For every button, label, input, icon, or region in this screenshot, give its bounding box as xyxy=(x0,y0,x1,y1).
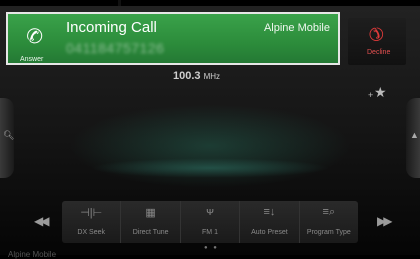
incoming-call-banner[interactable]: ✆ Answer Incoming Call Alpine Mobile 041… xyxy=(6,12,340,65)
right-side-tab[interactable]: ▲ xyxy=(406,98,420,178)
seek-next-icon[interactable]: ▶▶ xyxy=(377,214,393,228)
search-icon: 🔍︎ xyxy=(3,130,15,140)
page-indicator-dots: ● ● xyxy=(204,245,219,251)
left-side-tab[interactable]: 🔍︎ xyxy=(0,98,14,178)
program-type-button[interactable]: ≡⌕ Program Type xyxy=(298,201,358,243)
tool-label: Auto Preset xyxy=(251,229,288,236)
tool-label: Program Type xyxy=(306,229,351,236)
answer-label: Answer xyxy=(20,56,44,63)
tool-label: Direct Tune xyxy=(132,229,169,236)
auto-preset-icon: ≡↓ xyxy=(263,206,276,218)
background-glow xyxy=(40,156,380,186)
decline-label: Decline xyxy=(367,49,391,56)
caller-name: Alpine Mobile xyxy=(263,22,330,34)
keypad-icon: ▦ xyxy=(145,207,156,219)
phone-decline-icon: ✆ xyxy=(363,21,389,47)
direct-tune-button[interactable]: ▦ Direct Tune xyxy=(120,201,179,243)
decline-button[interactable]: ✆ Decline xyxy=(348,18,406,65)
call-title: Incoming Call xyxy=(66,19,157,36)
frequency-unit: MHz xyxy=(203,72,221,81)
frequency-display: 100.3 MHz xyxy=(173,70,220,82)
seek-previous-icon[interactable]: ◀◀ xyxy=(34,214,50,228)
head-unit-screen: ✆ Answer Incoming Call Alpine Mobile 041… xyxy=(0,6,420,259)
dx-seek-button[interactable]: ⊣|⊢ DX Seek xyxy=(62,201,120,243)
dx-seek-icon: ⊣|⊢ xyxy=(80,207,103,219)
program-type-icon: ≡⌕ xyxy=(322,206,336,218)
auto-preset-button[interactable]: ≡↓ Auto Preset xyxy=(239,201,298,243)
phone-answer-icon: ✆ xyxy=(23,24,45,50)
favorite-star-icon[interactable]: ★ xyxy=(374,84,387,101)
antenna-icon: ᴪ xyxy=(206,206,214,218)
answer-button[interactable]: ✆ Answer xyxy=(20,24,48,67)
tool-label: DX Seek xyxy=(77,229,106,236)
band-button[interactable]: ᴪ FM 1 xyxy=(179,201,239,243)
chevron-up-icon: ▲ xyxy=(410,130,419,140)
caller-number: 041184757126 xyxy=(66,40,165,56)
tool-label: FM 1 xyxy=(202,229,218,236)
frequency-value: 100.3 xyxy=(173,70,201,82)
add-favorite-plus-icon: + xyxy=(368,90,374,100)
function-toolbar: ⊣|⊢ DX Seek ▦ Direct Tune ᴪ FM 1 ≡↓ Auto… xyxy=(62,201,358,243)
